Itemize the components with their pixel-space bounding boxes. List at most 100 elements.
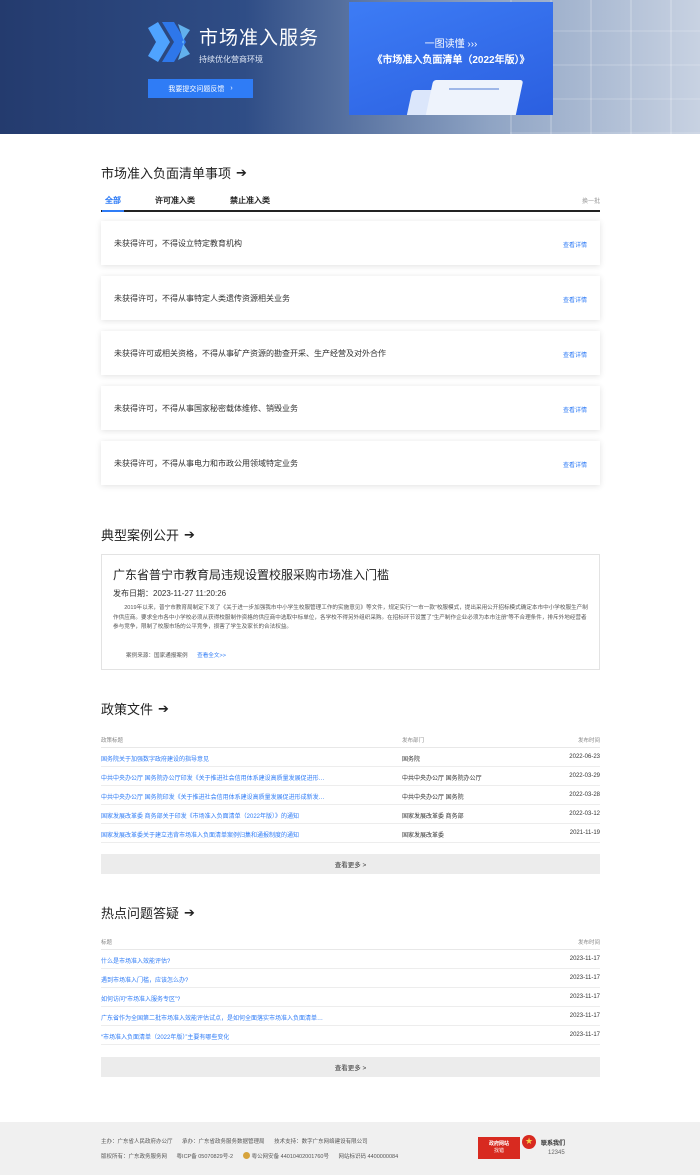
arrow-right-icon: ➔ (184, 526, 195, 542)
policy-date: 2022-03-28 (569, 792, 600, 798)
promo-card[interactable]: 一图读懂 ››› 《市场准入负面清单（2022年版）》 (349, 2, 553, 115)
case-title: 广东省普宁市教育局违规设置校服采购市场准入门槛 (113, 568, 390, 582)
list-item[interactable]: 未获得许可或相关资格，不得从事矿产资源的勘查开采、生产经营及对外合作 查看详情 (101, 331, 600, 375)
table-header: 标题 发布时间 (101, 932, 600, 950)
footer-icp[interactable]: 粤ICP备 05070829号-2 (177, 1154, 234, 1160)
policy-dept: 国务院 (402, 757, 421, 763)
case-date: 发布日期：2023-11-27 11:20:26 (113, 589, 227, 598)
arrow-right-icon: ➔ (184, 904, 195, 920)
promo-kicker: 一图读懂 ››› (424, 39, 478, 50)
site-footer: 主办：广东省人民政府办公厅 承办：广东省政务服务数据管理局 技术支持：数字广东网… (0, 1122, 700, 1175)
table-row[interactable]: 国家发展改革委关于建立违背市场准入负面清单案例归集和通报制度的通知 国家发展改革… (101, 824, 600, 843)
tab-all[interactable]: 全部 (102, 195, 124, 212)
promo-title: 《市场准入负面清单（2022年版）》 (372, 55, 530, 66)
policy-date: 2021-11-19 (569, 830, 600, 836)
contact-us-link[interactable]: 联系我们 (541, 1138, 565, 1147)
policy-date: 2022-06-23 (569, 754, 600, 760)
case-source: 案例来源：国家通报案例 查看全文>> (126, 651, 226, 659)
section-title: 政策文件 (101, 702, 154, 717)
table-row[interactable]: 广东省作为全国第二批市场准入效能评估试点，是如何全面落实市场准入负面清单… 20… (101, 1007, 600, 1026)
badge-bottom-text: 找错 (493, 1148, 504, 1154)
policy-date: 2022-03-29 (569, 773, 600, 779)
footer-site-code: 网站标识码 4400000084 (338, 1154, 399, 1160)
policy-dept: 国家发展改革委 (402, 833, 445, 839)
negative-list-tabs: 全部 许可准入类 禁止准入类 换一批 (101, 193, 600, 212)
view-detail-link[interactable]: 查看详情 (563, 295, 587, 304)
list-item-text: 未获得许可，不得设立特定教育机构 (114, 239, 242, 248)
refresh-batch-link[interactable]: 换一批 (582, 196, 600, 205)
view-detail-link[interactable]: 查看详情 (563, 240, 587, 249)
faq-date: 2023-11-17 (569, 956, 600, 962)
feedback-button-label: 我要提交问题反馈 (168, 85, 225, 93)
faq-title-link[interactable]: “市场准入负面清单（2022年版）”主要有哪些变化 (101, 1032, 229, 1041)
faq-date: 2023-11-17 (569, 1032, 600, 1038)
list-item[interactable]: 未获得许可，不得设立特定教育机构 查看详情 (101, 221, 600, 265)
table-row[interactable]: 什么是市场准入效能评估? 2023-11-17 (101, 950, 600, 969)
policy-title-link[interactable]: 国家发展改革委关于建立违背市场准入负面清单案例归集和通报制度的通知 (101, 830, 299, 839)
cases-heading[interactable]: 典型案例公开 ➔ (101, 525, 195, 544)
section-title: 热点问题答疑 (101, 906, 180, 921)
tab-permit[interactable]: 许可准入类 (155, 195, 195, 206)
footer-police-record[interactable]: 粤公网安备 44010402001760号 (242, 1152, 329, 1160)
column-header: 标题 (101, 940, 113, 946)
badge-top-text: 政府网站 (488, 1141, 509, 1147)
table-row[interactable]: 中共中央办公厅 国务院印发《关于推进社会信用体系建设高质量发展促进形成新发… 中… (101, 786, 600, 805)
national-emblem-icon (522, 1135, 536, 1149)
document-line (449, 88, 499, 90)
table-row[interactable]: 如何访问“市场准入服务专区”? 2023-11-17 (101, 988, 600, 1007)
policy-title-link[interactable]: 国务院关于加强数字政府建设的指导意见 (101, 754, 209, 763)
faq-date: 2023-11-17 (569, 975, 600, 981)
section-title: 市场准入负面清单事项 (101, 166, 232, 181)
police-badge-icon (242, 1152, 250, 1159)
list-item-text: 未获得许可，不得从事特定人类遗传资源相关业务 (114, 294, 290, 303)
table-row[interactable]: 中共中央办公厅 国务院办公厅印发《关于推进社会信用体系建设高质量发展促进形… 中… (101, 767, 600, 786)
faq-title-link[interactable]: 遇到市场准入门槛，应该怎么办? (101, 975, 188, 984)
table-row[interactable]: 国家发展改革委 商务部关于印发《市场准入负面清单（2022年版）》的通知 国家发… (101, 805, 600, 824)
faq-more-button[interactable]: 查看更多 > (101, 1057, 600, 1077)
section-title: 典型案例公开 (101, 528, 180, 543)
footer-credits: 主办：广东省人民政府办公厅 承办：广东省政务服务数据管理局 技术支持：数字广东网… (101, 1137, 376, 1145)
policy-table: 政策标题 发布部门 发布时间 国务院关于加强数字政府建设的指导意见 国务院 20… (101, 730, 600, 843)
list-item-text: 未获得许可，不得从事国家秘密载体维修、销毁业务 (114, 404, 298, 413)
submit-feedback-button[interactable]: 我要提交问题反馈 › (148, 79, 253, 98)
site-subtitle: 持续优化营商环境 (199, 55, 263, 64)
footer-undertaker: 承办：广东省政务服务数据管理局 (182, 1139, 265, 1145)
table-row[interactable]: 国务院关于加强数字政府建设的指导意见 国务院 2022-06-23 (101, 748, 600, 767)
policy-title-link[interactable]: 中共中央办公厅 国务院办公厅印发《关于推进社会信用体系建设高质量发展促进形… (101, 773, 325, 782)
tab-prohibited[interactable]: 禁止准入类 (230, 195, 270, 206)
list-item[interactable]: 未获得许可，不得从事特定人类遗传资源相关业务 查看详情 (101, 276, 600, 320)
case-card[interactable]: 广东省普宁市教育局违规设置校服采购市场准入门槛 发布日期：2023-11-27 … (101, 554, 600, 670)
faq-date: 2023-11-17 (569, 994, 600, 1000)
footer-host: 主办：广东省人民政府办公厅 (101, 1139, 173, 1145)
policy-title-link[interactable]: 中共中央办公厅 国务院印发《关于推进社会信用体系建设高质量发展促进形成新发… (101, 792, 325, 801)
site-title: 市场准入服务 (199, 28, 320, 49)
brand-logo-icon (148, 22, 190, 62)
negative-list-heading[interactable]: 市场准入负面清单事项 ➔ (101, 163, 247, 182)
faq-table: 标题 发布时间 什么是市场准入效能评估? 2023-11-17 遇到市场准入门槛… (101, 932, 600, 1045)
policy-dept: 中共中央办公厅 国务院 (402, 795, 464, 801)
read-more-link[interactable]: 查看全文>> (197, 653, 226, 659)
faq-title-link[interactable]: 如何访问“市场准入服务专区”? (101, 994, 180, 1003)
gov-site-error-report-badge[interactable]: 政府网站 找错 (478, 1137, 520, 1159)
contact-number: 12345 (548, 1150, 565, 1156)
faq-date: 2023-11-17 (569, 1013, 600, 1019)
faq-title-link[interactable]: 广东省作为全国第二批市场准入效能评估试点，是如何全面落实市场准入负面清单… (101, 1013, 323, 1022)
list-item[interactable]: 未获得许可，不得从事国家秘密载体维修、销毁业务 查看详情 (101, 386, 600, 430)
policy-title-link[interactable]: 国家发展改革委 商务部关于印发《市场准入负面清单（2022年版）》的通知 (101, 811, 299, 820)
chevron-right-icon: › (230, 85, 233, 92)
list-item[interactable]: 未获得许可，不得从事电力和市政公用领域特定业务 查看详情 (101, 441, 600, 485)
faq-heading[interactable]: 热点问题答疑 ➔ (101, 903, 195, 922)
policy-heading[interactable]: 政策文件 ➔ (101, 699, 169, 718)
faq-title-link[interactable]: 什么是市场准入效能评估? (101, 956, 170, 965)
document-illustration (424, 80, 524, 115)
view-detail-link[interactable]: 查看详情 (563, 350, 587, 359)
policy-dept: 国家发展改革委 商务部 (402, 814, 464, 820)
footer-registration: 版权所有：广东政务服务网 粤ICP备 05070829号-2 粤公网安备 440… (101, 1152, 406, 1160)
policy-more-button[interactable]: 查看更多 > (101, 854, 600, 874)
footer-tech-support: 技术支持：数字广东网络建设有限公司 (274, 1139, 368, 1145)
table-row[interactable]: 遇到市场准入门槛，应该怎么办? 2023-11-17 (101, 969, 600, 988)
view-detail-link[interactable]: 查看详情 (563, 460, 587, 469)
view-detail-link[interactable]: 查看详情 (563, 405, 587, 414)
list-item-text: 未获得许可，不得从事电力和市政公用领域特定业务 (114, 459, 298, 468)
table-row[interactable]: “市场准入负面清单（2022年版）”主要有哪些变化 2023-11-17 (101, 1026, 600, 1045)
